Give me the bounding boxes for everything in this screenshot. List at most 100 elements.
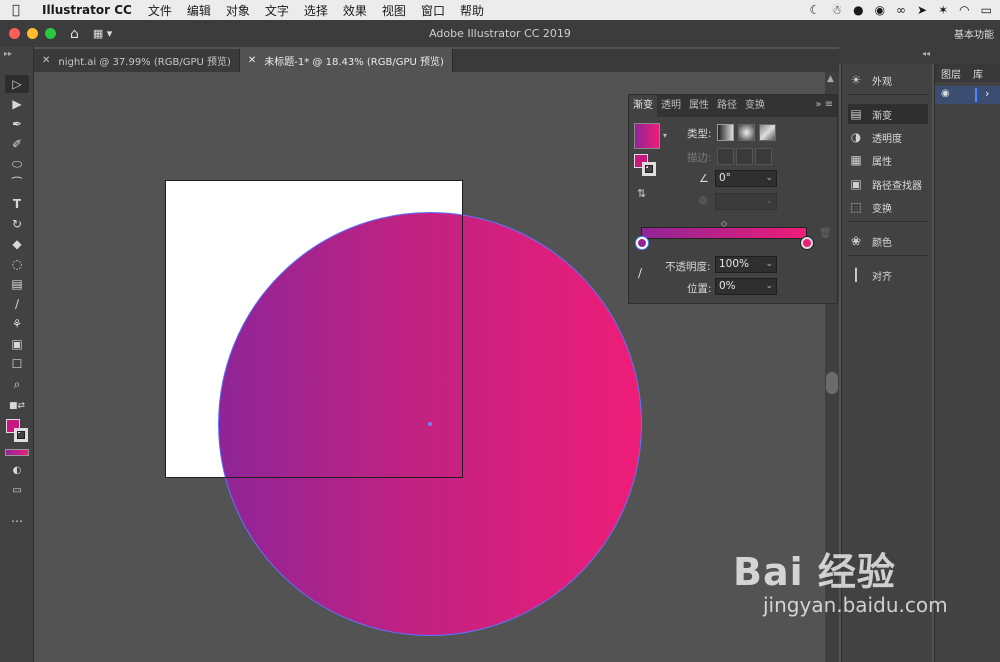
- gradient-preset-dropdown-icon[interactable]: ▾: [663, 131, 667, 140]
- menu-help[interactable]: 帮助: [460, 2, 484, 19]
- tab-untitled-1[interactable]: ✕ 未标题-1* @ 18.43% (RGB/GPU 预览): [239, 49, 453, 72]
- tab-layers[interactable]: 图层: [935, 66, 967, 81]
- menu-edit[interactable]: 编辑: [187, 2, 211, 19]
- tab-attributes[interactable]: 属性: [685, 95, 713, 117]
- curvature-tool-icon[interactable]: ✐: [5, 135, 29, 153]
- gradient-stop-end[interactable]: [801, 237, 813, 249]
- eyedropper-tool-icon[interactable]: ∕: [5, 295, 29, 313]
- reverse-gradient-icon[interactable]: ⇅: [637, 187, 646, 200]
- chevron-down-icon[interactable]: ⌄: [765, 257, 773, 272]
- apple-icon[interactable]: : [12, 3, 28, 18]
- creative-cloud-icon[interactable]: ∞: [896, 3, 906, 17]
- eraser-tool-icon[interactable]: ◆: [5, 235, 29, 253]
- wifi-icon[interactable]: ◠: [959, 3, 969, 17]
- moon-icon[interactable]: ☾: [810, 3, 821, 17]
- chevron-down-icon[interactable]: ⌄: [765, 279, 773, 294]
- aspect-ratio-field[interactable]: ⌄: [715, 193, 777, 210]
- stroke-label: 描边:: [687, 152, 712, 164]
- shape-builder-tool-icon[interactable]: ▣: [5, 335, 29, 353]
- rotate-tool-icon[interactable]: ↻: [5, 215, 29, 233]
- tab-transparency[interactable]: 透明: [657, 95, 685, 117]
- battery-icon[interactable]: ▭: [981, 3, 992, 17]
- dock-transform[interactable]: ⬚ 变换: [848, 197, 928, 217]
- qq-icon[interactable]: ☃: [831, 3, 842, 17]
- scrollbar-thumb[interactable]: [826, 372, 838, 394]
- type-tool-icon[interactable]: T: [5, 195, 29, 213]
- tab-night-ai[interactable]: ✕ night.ai @ 37.99% (RGB/GPU 预览): [34, 49, 240, 72]
- layer-row[interactable]: ◉ ›: [935, 86, 1000, 104]
- gradient-preview-swatch[interactable]: [634, 123, 660, 149]
- collapse-panels-icon[interactable]: ◂◂: [922, 49, 930, 58]
- more-tools-icon[interactable]: …: [5, 509, 29, 527]
- tab-transform[interactable]: 变换: [741, 95, 769, 117]
- gradient-tool-icon[interactable]: ▤: [5, 275, 29, 293]
- angle-field[interactable]: 0° ⌄: [715, 170, 777, 187]
- opacity-field[interactable]: 100% ⌄: [715, 256, 777, 273]
- chevron-down-icon[interactable]: ⌄: [765, 194, 773, 209]
- pen-tool-icon[interactable]: ✒: [5, 115, 29, 133]
- bluetooth-icon[interactable]: ✶: [938, 3, 948, 17]
- lasso-tool-icon[interactable]: ◌: [5, 255, 29, 273]
- stroke-color-swatch[interactable]: [14, 428, 28, 442]
- workspace-switcher[interactable]: 基本功能: [954, 26, 994, 41]
- dock-appearance[interactable]: ☀ 外观: [848, 70, 928, 90]
- radial-gradient-button[interactable]: [738, 124, 755, 141]
- tab-pathfinder[interactable]: 路径: [713, 95, 741, 117]
- scroll-up-icon[interactable]: ▲: [827, 74, 834, 84]
- home-icon[interactable]: ⌂: [70, 26, 79, 42]
- arrange-documents-icon[interactable]: ▦ ▾: [93, 27, 112, 40]
- panel-menu-icon[interactable]: » ≡: [815, 99, 833, 110]
- selection-tool-icon[interactable]: ▷: [5, 75, 29, 93]
- menu-app-name[interactable]: Illustrator CC: [42, 3, 132, 17]
- eye-icon[interactable]: ◉: [941, 88, 950, 99]
- zoom-window-button[interactable]: [45, 28, 56, 39]
- dock-pathfinder[interactable]: ▣ 路径查找器: [848, 174, 928, 194]
- menu-effect[interactable]: 效果: [343, 2, 367, 19]
- dock-gradient[interactable]: ▤ 渐变: [848, 104, 928, 124]
- stroke-swatch[interactable]: [642, 162, 656, 176]
- menu-window[interactable]: 窗口: [421, 2, 445, 19]
- eyedropper-icon[interactable]: ∕: [638, 266, 642, 280]
- linear-gradient-button[interactable]: [717, 124, 734, 141]
- screen-mode-icon[interactable]: ▭: [5, 481, 29, 499]
- direct-selection-tool-icon[interactable]: ▶: [5, 95, 29, 113]
- stroke-within-button[interactable]: [717, 148, 734, 165]
- dock-color[interactable]: ❀ 颜色: [848, 231, 928, 251]
- menu-view[interactable]: 视图: [382, 2, 406, 19]
- menu-object[interactable]: 对象: [226, 2, 250, 19]
- close-window-button[interactable]: [9, 28, 20, 39]
- chevron-down-icon[interactable]: ⌄: [765, 171, 773, 186]
- gradient-stop-start[interactable]: [636, 237, 648, 249]
- blend-tool-icon[interactable]: ⚘: [5, 315, 29, 333]
- collapse-toolbar-icon[interactable]: ▸▸: [4, 49, 12, 58]
- stroke-across-button[interactable]: [755, 148, 772, 165]
- zoom-tool-icon[interactable]: ⌕: [5, 375, 29, 393]
- ellipse-tool-icon[interactable]: ⬭: [5, 155, 29, 173]
- chevron-right-icon[interactable]: ›: [985, 87, 989, 100]
- artboard-tool-icon[interactable]: ☐: [5, 355, 29, 373]
- location-field[interactable]: 0% ⌄: [715, 278, 777, 295]
- dock-attributes[interactable]: ▦ 属性: [848, 150, 928, 170]
- close-tab-icon[interactable]: ✕: [248, 55, 256, 66]
- tab-gradient[interactable]: 渐变: [629, 95, 657, 117]
- dock-align[interactable]: ┃ 对齐: [848, 265, 928, 285]
- dock-transparency[interactable]: ◑ 透明度: [848, 127, 928, 147]
- wechat-icon[interactable]: ●: [853, 3, 863, 17]
- close-tab-icon[interactable]: ✕: [42, 55, 50, 66]
- pathfinder-icon: ▣: [850, 177, 862, 191]
- gradient-slider[interactable]: [641, 227, 807, 239]
- menu-file[interactable]: 文件: [148, 2, 172, 19]
- draw-mode-icon[interactable]: ◐: [5, 461, 29, 479]
- freeform-gradient-button[interactable]: [759, 124, 776, 141]
- stroke-along-button[interactable]: [736, 148, 753, 165]
- app-icon[interactable]: ◉: [875, 3, 885, 17]
- menu-type[interactable]: 文字: [265, 2, 289, 19]
- default-colors-icon[interactable]: ■⇄: [5, 397, 29, 415]
- send-icon[interactable]: ➤: [917, 3, 927, 17]
- paintbrush-tool-icon[interactable]: ⁀: [5, 175, 29, 193]
- delete-stop-icon[interactable]: 🗑︎: [819, 228, 832, 239]
- menu-select[interactable]: 选择: [304, 2, 328, 19]
- tab-libraries[interactable]: 库: [967, 66, 989, 81]
- minimize-window-button[interactable]: [27, 28, 38, 39]
- gradient-mode-swatch[interactable]: [5, 449, 29, 456]
